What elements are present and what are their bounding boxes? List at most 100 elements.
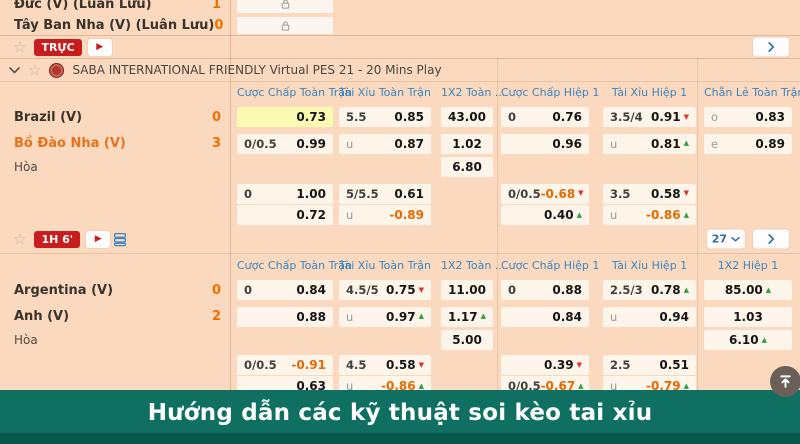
handicap-label: 2.5 (610, 358, 630, 372)
odds-cell[interactable]: 1.03 (704, 307, 792, 327)
odds-cell[interactable]: e0.89 (704, 134, 792, 154)
odds-cell[interactable]: u-0.86▲ (603, 205, 696, 225)
odds-cell[interactable]: 00.88 (501, 280, 589, 300)
odds-column-headers: Cược Chấp Toàn Trận Tài Xỉu Toàn Trận 1X… (0, 82, 800, 103)
trend-down-icon: ▼ (684, 114, 689, 121)
column-header: 1X2 Toàn ... (441, 259, 493, 272)
odds-cell[interactable]: 1.17▲ (441, 307, 493, 327)
trend-up-icon: ▲ (419, 383, 424, 390)
odds-value: 0.89 (755, 137, 785, 151)
odds-cell[interactable]: 0.40▲ (501, 205, 589, 225)
odds-cell[interactable]: u0.87 (339, 134, 431, 154)
odds-cell[interactable]: 6.80 (441, 157, 493, 177)
odds-value: 0.73 (296, 110, 326, 124)
odds-cell[interactable]: 0/0.5 0.99 (237, 134, 333, 154)
odds-cell[interactable]: 85.00▲ (704, 280, 792, 300)
bet-types-icon[interactable] (112, 232, 128, 247)
odds-cell[interactable]: 2.5 0.51 (603, 355, 696, 375)
handicap-label: 0 (508, 110, 516, 124)
column-header: Cược Chấp Hiệp 1 (501, 86, 589, 99)
odds-cell[interactable]: 0/0.5-0.91 (237, 355, 333, 375)
trend-up-icon: ▲ (481, 313, 486, 320)
market-count-dropdown[interactable]: 27 (707, 230, 745, 249)
odds-value: 0.81 (651, 137, 681, 151)
odds-cell[interactable]: u-0.89 (339, 205, 431, 225)
live-status-row: ☆ TRỰC ▶ (0, 35, 800, 59)
handicap-label: 5/5.5 (346, 187, 379, 201)
odds-cell[interactable]: 0.73 (237, 107, 333, 127)
column-header: 1X2 Hiệp 1 (704, 259, 792, 272)
odds-cell[interactable]: 0.96 (501, 134, 589, 154)
odds-column-headers: Cược Chấp Toàn Trận Tài Xỉu Toàn Trận 1X… (0, 254, 800, 276)
play-icon: ▶ (95, 235, 102, 244)
odds-value: 0.97 (386, 310, 416, 324)
odds-cell[interactable]: 0.88 (237, 307, 333, 327)
trend-up-icon: ▲ (577, 212, 582, 219)
odds-cell[interactable]: o0.83 (704, 107, 792, 127)
odds-cell[interactable]: 1.02 (441, 134, 493, 154)
scroll-top-button[interactable] (770, 366, 800, 397)
next-match-button[interactable] (753, 38, 789, 57)
promo-banner[interactable]: Hướng dẫn các kỹ thuật soi kèo tai xỉu (0, 390, 800, 444)
odds-cell[interactable]: u0.94 (603, 307, 696, 327)
handicap-label: u (346, 208, 353, 222)
team-score: 0 (212, 283, 221, 298)
team-name: Brazil (V) (14, 110, 82, 125)
odds-cell[interactable]: 3.50.58▼ (603, 184, 696, 204)
handicap-label: 4.5/5 (346, 283, 379, 297)
odds-cell[interactable]: 43.00 (441, 107, 493, 127)
play-button[interactable]: ▶ (88, 39, 112, 56)
play-button[interactable]: ▶ (86, 231, 110, 248)
trend-up-icon: ▲ (684, 212, 689, 219)
collapse-chevron-icon[interactable] (9, 67, 20, 74)
draw-label: Hòa (14, 333, 38, 347)
play-icon: ▶ (96, 43, 103, 52)
next-match-button[interactable] (753, 230, 789, 249)
odds-cell[interactable]: 2.5/30.78▲ (603, 280, 696, 300)
odds-cell[interactable]: 4.50.58▼ (339, 355, 431, 375)
odds-value: -0.91 (291, 358, 326, 372)
odds-cell[interactable]: 0.84 (501, 307, 589, 327)
odds-cell[interactable]: u0.97▲ (339, 307, 431, 327)
odds-cell[interactable]: 5.00 (441, 330, 493, 350)
odds-value: 0.94 (659, 310, 689, 324)
odds-value: 0.72 (296, 208, 326, 222)
banner-text: Hướng dẫn các kỹ thuật soi kèo tai xỉu (148, 400, 653, 426)
favorite-star-icon[interactable]: ☆ (13, 40, 26, 55)
odds-cell[interactable]: 11.00 (441, 280, 493, 300)
odds-value: 0.51 (659, 358, 689, 372)
locked-odds-cell (237, 17, 333, 34)
team-name: Đức (V) (Luân Lưu) (14, 0, 152, 12)
odds-cell[interactable]: 4.5/50.75▼ (339, 280, 431, 300)
odds-value: 1.00 (296, 187, 326, 201)
odds-cell[interactable]: 5/5.50.61 (339, 184, 431, 204)
odds-value: 0.99 (296, 137, 326, 151)
favorite-star-icon[interactable]: ☆ (13, 232, 26, 247)
odds-cell[interactable]: 6.10▲ (704, 330, 792, 350)
odds-cell[interactable]: 00.84 (237, 280, 333, 300)
handicap-label: 2.5/3 (610, 283, 643, 297)
odds-cell[interactable]: 5.50.85 (339, 107, 431, 127)
trend-down-icon: ▼ (419, 287, 424, 294)
handicap-label: 0/0.5 (244, 137, 277, 151)
odds-value: 0.88 (552, 283, 582, 297)
odds-value: 85.00 (725, 283, 763, 297)
league-title: SABA INTERNATIONAL FRIENDLY Virtual PES … (72, 63, 441, 77)
odds-cell[interactable]: 0.39▼ (501, 355, 589, 375)
odds-cell[interactable]: 01.00 (237, 184, 333, 204)
favorite-star-icon[interactable]: ☆ (28, 63, 41, 78)
team-name: Bồ Đào Nha (V) (14, 136, 126, 151)
odds-cell[interactable]: 0.72 (237, 205, 333, 225)
trend-up-icon: ▲ (684, 383, 689, 390)
odds-cell[interactable]: 3.5/40.91▼ (603, 107, 696, 127)
odds-value: 1.03 (733, 310, 763, 324)
odds-cell[interactable]: 00.76 (501, 107, 589, 127)
scroll-top-icon (778, 374, 793, 389)
odds-cell[interactable]: 0/0.5-0.68▼ (501, 184, 589, 204)
match-time-badge: 1H 6' (34, 231, 80, 248)
match-team-row: Brazil (V) 0 0.73 5.50.85 43.00 00.76 3.… (0, 103, 800, 131)
odds-value: 0.58 (386, 358, 416, 372)
lock-icon (280, 0, 291, 10)
odds-cell[interactable]: u0.81▲ (603, 134, 696, 154)
draw-row: Hòa 5.00 6.10▲ (0, 329, 800, 351)
